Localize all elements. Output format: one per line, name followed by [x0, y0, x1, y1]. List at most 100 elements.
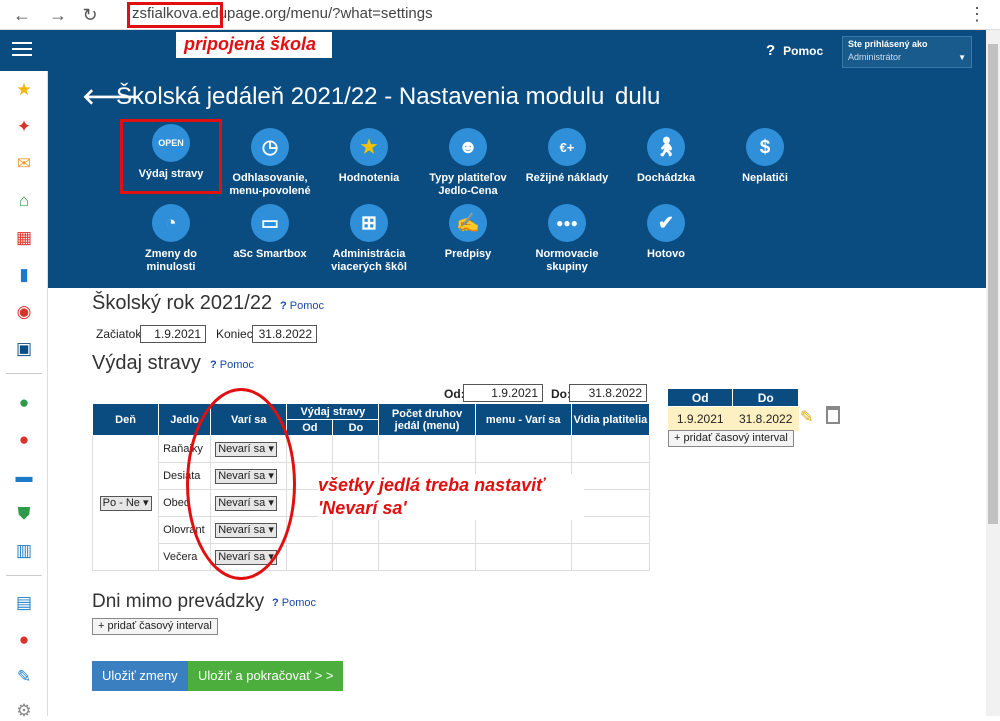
sidebar: ★ ✦ ✉ ⌂ ▦ ▮ ◉ ▣ ● ● ▬ ⛊ ▥ ▤ ● ✎ ⚙ — [0, 71, 48, 720]
tile-label: Výdaj stravy — [138, 168, 204, 180]
browser-menu-icon[interactable]: ⋮ — [968, 4, 986, 25]
interval-table: Od Do 1.9.2021 31.8.2022 — [666, 388, 799, 431]
start-label: Začiatok: — [96, 327, 145, 341]
hamburger-menu-icon[interactable] — [12, 42, 32, 58]
monitor-icon: ▭ — [251, 204, 289, 242]
from-cell — [286, 543, 334, 571]
help-label: Pomoc — [783, 44, 824, 58]
question-icon: ? — [210, 359, 220, 371]
tile-normovacie-skupiny[interactable]: ●●● Normovacie skupiny — [517, 204, 617, 274]
tile-label: Dochádzka — [636, 172, 696, 184]
page-title-overflow: dulu — [615, 83, 661, 110]
add-closure-interval-button[interactable]: + pridať časový interval — [92, 618, 218, 635]
tile-rezijne-naklady[interactable]: €+ Režijné náklady — [517, 128, 617, 185]
annotation-text: všetky jedlá treba nastaviť 'Nevarí sa' — [318, 474, 584, 520]
from-label: Od: — [444, 387, 465, 401]
sidebar-divider — [6, 373, 42, 374]
tile-zmeny-do-minulosti[interactable]: ◔ Zmeny do minulosti — [121, 204, 221, 274]
tile-vydaj-stravy[interactable]: OPEN Výdaj stravy — [121, 124, 221, 181]
shield-icon[interactable]: ⛊ — [14, 504, 34, 524]
forward-icon[interactable]: → — [46, 4, 70, 26]
day-cell: Po - Ne ▾ — [91, 435, 160, 571]
add-interval-button[interactable]: + pridať časový interval — [668, 430, 794, 447]
dispense-title: Výdaj stravy — [92, 352, 201, 374]
gear-icon[interactable]: ⚙ — [14, 701, 34, 721]
tile-label: Administrácia viacerých škôl — [331, 248, 407, 273]
help-link[interactable]: ? Pomoc — [210, 359, 254, 371]
home-icon[interactable]: ⌂ — [14, 191, 34, 211]
tile-typy-platitelov[interactable]: ☻ Typy platiteľov Jedlo-Cena — [418, 128, 518, 198]
star-icon: ★ — [350, 128, 388, 166]
to-date-input[interactable]: 31.8.2022 — [569, 384, 647, 402]
question-icon: ? — [272, 597, 282, 609]
count-cell — [378, 543, 476, 571]
tile-dochadzka[interactable]: 🚶︎ Dochádzka — [616, 128, 716, 185]
col-day: Deň — [91, 403, 160, 436]
payer-icon: ☻ — [449, 128, 487, 166]
tile-administracia[interactable]: ⊞ Administrácia viacerých škôl — [319, 204, 419, 274]
caret-down-icon: ▼ — [958, 53, 966, 62]
timetable-icon[interactable]: ▦ — [14, 228, 34, 248]
tile-odhlasovanie[interactable]: ◷ Odhlasovanie, menu-povolené — [220, 128, 320, 198]
star-icon[interactable]: ★ — [14, 80, 34, 100]
mail-icon[interactable]: ✉ — [14, 154, 34, 174]
tile-label: Typy platiteľov Jedlo-Cena — [429, 172, 507, 197]
tile-label: Zmeny do minulosti — [145, 248, 197, 273]
calendar-icon[interactable]: ▣ — [14, 339, 34, 359]
open-book-icon[interactable]: ▤ — [14, 593, 34, 613]
feather-icon[interactable]: ✎ — [14, 667, 34, 687]
scrollbar-thumb[interactable] — [988, 44, 998, 524]
question-icon: ? — [280, 300, 290, 312]
help-link[interactable]: ? Pomoc — [766, 42, 823, 59]
check-icon: ✔ — [647, 204, 685, 242]
trash-icon[interactable] — [826, 406, 840, 424]
back-icon[interactable]: ← — [10, 4, 34, 26]
end-date-input[interactable]: 31.8.2022 — [252, 325, 317, 343]
tile-hotovo[interactable]: ✔ Hotovo — [616, 204, 716, 261]
col-payer: Vidia platitelia — [570, 403, 651, 436]
tile-asc-smartbox[interactable]: ▭ aSc Smartbox — [220, 204, 320, 261]
end-label: Koniec: — [216, 327, 257, 341]
help-link[interactable]: ? Pomoc — [280, 300, 324, 312]
payer-cell — [570, 516, 651, 544]
user-switcher[interactable]: Ste prihlásený ako Administrátor ▼ — [842, 36, 972, 68]
from-date-input[interactable]: 1.9.2021 — [463, 384, 543, 402]
chevron-down-icon: ▾ — [142, 496, 149, 509]
help-label: Pomoc — [289, 300, 325, 312]
reload-icon[interactable]: ↻ — [78, 4, 102, 26]
annotation-ellipse — [186, 388, 296, 580]
check-circle-icon[interactable]: ● — [14, 393, 34, 413]
user-icon[interactable]: ◉ — [14, 302, 34, 322]
tile-neplatici[interactable]: $ Neplatiči — [715, 128, 815, 185]
bar-chart-icon[interactable]: ▥ — [14, 541, 34, 561]
tile-hodnotenia[interactable]: ★ Hodnotenia — [319, 128, 419, 185]
pencil-icon[interactable]: ✎ — [800, 407, 813, 427]
table-row: Olovrant Nevarí sa ▾ — [93, 516, 651, 544]
col-to: Do — [332, 419, 380, 436]
to-cell — [332, 435, 380, 463]
groups-icon: ●●● — [548, 204, 586, 242]
chat-icon[interactable]: ● — [14, 630, 34, 650]
day-select[interactable]: Po - Ne ▾ — [99, 495, 152, 511]
alert-circle-icon[interactable]: ● — [14, 430, 34, 450]
start-date-input[interactable]: 1.9.2021 — [140, 325, 206, 343]
table-row: Po - Ne ▾ Raňajky Nevarí sa ▾ — [91, 435, 651, 571]
interval-from: 1.9.2021 — [667, 406, 733, 431]
save-continue-button[interactable]: Uložiť a pokračovať > > — [188, 661, 344, 691]
help-link[interactable]: ? Pomoc — [272, 597, 316, 609]
magic-wand-icon[interactable]: ✦ — [14, 117, 34, 137]
briefcase-icon[interactable]: ▬ — [14, 467, 34, 487]
menu-cell — [474, 543, 572, 571]
tile-label: Režijné náklady — [525, 172, 609, 184]
annotation-line: všetky jedlá treba nastaviť — [318, 475, 545, 495]
save-button[interactable]: Uložiť zmeny — [92, 661, 188, 691]
book-icon[interactable]: ▮ — [14, 265, 34, 285]
interval-row[interactable]: 1.9.2021 31.8.2022 — [667, 406, 799, 431]
help-label: Pomoc — [281, 597, 317, 609]
url-highlight-box — [127, 2, 223, 28]
page-title: Školská jedáleň 2021/22 - Nastavenia mod… — [116, 83, 605, 110]
walking-icon: 🚶︎ — [647, 128, 685, 166]
history-clock-icon: ◔ — [152, 204, 190, 242]
tile-predpisy[interactable]: ✍ Predpisy — [418, 204, 518, 261]
col-dispense: Výdaj stravy — [286, 403, 380, 420]
